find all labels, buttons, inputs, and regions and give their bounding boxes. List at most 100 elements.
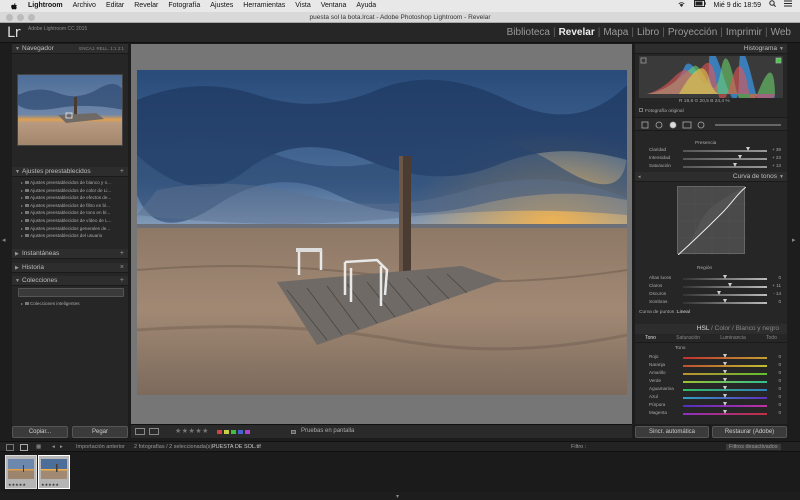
color-label-blue[interactable] (238, 430, 243, 434)
hue-slider-knob[interactable] (722, 354, 727, 358)
region-value[interactable]: 0 (778, 275, 781, 280)
region-value[interactable]: 0 (778, 299, 781, 304)
color-label-yellow[interactable] (224, 430, 229, 434)
hue-slider-knob[interactable] (722, 378, 727, 382)
hue-slider-knob[interactable] (722, 362, 727, 366)
region-value[interactable]: + 11 (772, 283, 781, 288)
hue-value[interactable]: 0 (778, 362, 781, 367)
menu-app-lightroom[interactable]: Lightroom (28, 0, 63, 12)
smart-collections-folder[interactable]: Colecciones inteligentes (18, 300, 126, 308)
menu-fotografia[interactable]: Fotografía (168, 0, 200, 12)
presets-header[interactable]: ▼ Ajustes preestablecidos + (12, 167, 128, 177)
navigator-preview[interactable] (17, 74, 123, 146)
battery-icon[interactable] (693, 0, 706, 7)
radial-filter-icon[interactable] (697, 121, 705, 129)
search-icon[interactable] (769, 0, 776, 7)
region-slider-knob[interactable] (727, 283, 732, 287)
module-imprimir[interactable]: Imprimir (723, 27, 765, 38)
hue-value[interactable]: 0 (778, 394, 781, 399)
collections-header[interactable]: ▼ Colecciones + (12, 276, 128, 286)
preset-folder[interactable]: Ajustes preestablecidos de tono en bl... (18, 209, 126, 217)
rating-stars[interactable]: ★★★★★ (175, 427, 209, 435)
next-arrow-icon[interactable]: ▸ (60, 444, 63, 450)
before-after-view-button[interactable] (149, 428, 159, 435)
filmstrip-thumbnail[interactable]: ★★★★★ (5, 455, 37, 489)
spot-removal-icon[interactable] (655, 121, 663, 129)
subtab-hue[interactable]: Tono (645, 334, 656, 342)
region-slider-track[interactable] (683, 294, 767, 296)
wifi-icon[interactable] (677, 0, 686, 8)
graduated-filter-icon[interactable] (682, 121, 692, 129)
navigator-header[interactable]: ▼ Navegador ENCAJ. RELL. 1:1 2:1 (12, 44, 128, 54)
reset-adobe-button[interactable]: Restaurar (Adobe) (712, 426, 787, 438)
color-label-purple[interactable] (245, 430, 250, 434)
left-panel-toggle-icon[interactable]: ◂ (2, 236, 6, 244)
subtab-saturation[interactable]: Saturación (676, 334, 700, 342)
hue-value[interactable]: 0 (778, 370, 781, 375)
loupe-view-button[interactable] (135, 428, 145, 435)
presence-value[interactable]: + 39 (772, 147, 781, 152)
shadow-clipping-indicator[interactable] (640, 57, 647, 64)
region-slider-track[interactable] (683, 286, 767, 288)
presence-slider-knob[interactable] (732, 163, 737, 167)
menu-vista[interactable]: Vista (295, 0, 310, 12)
hue-value[interactable]: 0 (778, 354, 781, 359)
soft-proof-checkbox[interactable] (291, 430, 296, 434)
main-photo[interactable] (137, 70, 627, 395)
tone-curve-header[interactable]: ◂ Curva de tonos ▼ (635, 172, 787, 182)
module-biblioteca[interactable]: Biblioteca (504, 27, 553, 38)
presence-slider-track[interactable] (683, 158, 767, 160)
module-libro[interactable]: Libro (634, 27, 662, 38)
module-proyeccion[interactable]: Proyección (665, 27, 720, 38)
subtab-all[interactable]: Todo (766, 334, 777, 342)
presence-value[interactable]: + 23 (772, 155, 781, 160)
window-close-button[interactable] (6, 14, 13, 21)
presence-slider-knob[interactable] (737, 155, 742, 159)
menu-ventana[interactable]: Ventana (321, 0, 347, 12)
add-collection-icon[interactable]: + (120, 276, 124, 286)
menu-editar[interactable]: Editar (106, 0, 124, 12)
presence-slider-track[interactable] (683, 166, 767, 168)
tab-hsl[interactable]: HSL (697, 325, 709, 332)
tone-curve-graph[interactable] (677, 186, 747, 256)
presence-slider-track[interactable] (683, 150, 767, 152)
curve-target-icon[interactable]: ◂ (638, 172, 641, 182)
color-label-green[interactable] (231, 430, 236, 434)
history-header[interactable]: ▶ Historia × (12, 263, 128, 273)
preset-folder[interactable]: Ajustes preestablecidos de blanco y n... (18, 179, 126, 187)
hue-value[interactable]: 0 (778, 378, 781, 383)
region-slider-knob[interactable] (722, 299, 727, 303)
original-photo-checkbox[interactable]: Fotografía original (639, 108, 684, 114)
region-value[interactable]: - 14 (773, 291, 781, 296)
region-slider-knob[interactable] (716, 291, 721, 295)
menu-ayuda[interactable]: Ayuda (356, 0, 376, 12)
module-mapa[interactable]: Mapa (600, 27, 631, 38)
adjustment-brush-slider[interactable] (715, 124, 781, 126)
hue-slider-knob[interactable] (722, 370, 727, 374)
preset-folder[interactable]: Ajustes preestablecidos de vídeo de L... (18, 217, 126, 225)
preset-folder[interactable]: Ajustes preestablecidos generales de... (18, 225, 126, 233)
window-minimize-button[interactable] (17, 14, 24, 21)
window-zoom-button[interactable] (28, 14, 35, 21)
preset-folder[interactable]: Ajustes preestablecidos del usuario (18, 232, 126, 240)
filmstrip-toggle-icon[interactable]: ▾ (396, 493, 399, 500)
filmstrip-thumbnail[interactable]: ★★★★★ (38, 455, 70, 489)
menu-revelar[interactable]: Revelar (134, 0, 158, 12)
navigator-zoom-options[interactable]: ENCAJ. RELL. 1:1 2:1 (79, 44, 124, 54)
clear-history-icon[interactable]: × (120, 263, 124, 273)
histogram-header[interactable]: Histograma ▼ (635, 44, 787, 54)
subtab-luminance[interactable]: Luminancia (720, 334, 746, 342)
add-snapshot-icon[interactable]: + (120, 249, 124, 259)
preset-folder[interactable]: Ajustes preestablecidos de efectos de... (18, 194, 126, 202)
preset-folder[interactable]: Ajustes preestablecidos de filtro en bl.… (18, 202, 126, 210)
region-slider-knob[interactable] (722, 275, 727, 279)
prev-arrow-icon[interactable]: ◂ (52, 444, 55, 450)
crop-icon[interactable] (641, 121, 649, 129)
hue-slider-knob[interactable] (722, 386, 727, 390)
menu-archivo[interactable]: Archivo (73, 0, 96, 12)
menu-ajustes[interactable]: Ajustes (210, 0, 233, 12)
module-revelar[interactable]: Revelar (556, 27, 598, 38)
hue-slider-knob[interactable] (722, 402, 727, 406)
notification-list-icon[interactable] (784, 0, 792, 7)
tab-color[interactable]: Color (715, 325, 731, 332)
